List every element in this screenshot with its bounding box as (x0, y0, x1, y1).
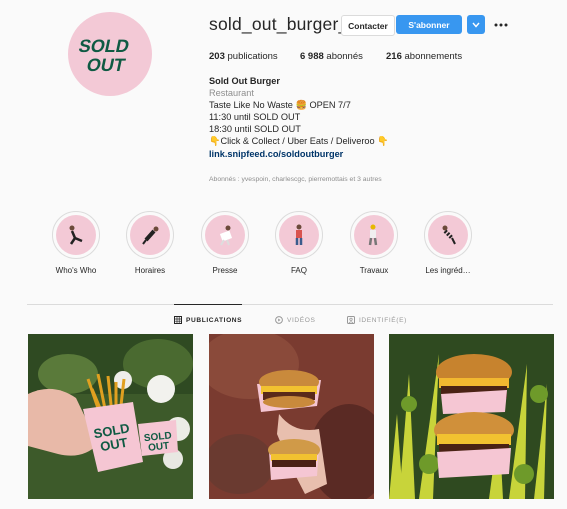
highlight-label: Travaux (359, 266, 389, 275)
highlight-cover (428, 215, 468, 255)
svg-text:OUT: OUT (148, 441, 170, 454)
logo-text-sold: SOLD (77, 36, 131, 56)
highlight-ring (201, 211, 249, 259)
burgers-rock-photo (209, 334, 374, 499)
followers-label: abonnés (326, 51, 363, 62)
highlight-label: FAQ (290, 266, 307, 275)
person-working-icon (368, 224, 378, 246)
person-sitting-icon (69, 225, 83, 245)
person-reading-icon (219, 225, 233, 246)
tab-publications[interactable]: PUBLICATIONS (174, 316, 242, 324)
logo-text-out: OUT (85, 55, 127, 75)
highlight-cover (279, 215, 319, 255)
person-standing-icon (295, 224, 303, 245)
highlight-ring (126, 211, 174, 259)
sold-out-logo: SOLD OUT (77, 36, 131, 75)
video-icon (275, 316, 283, 324)
posts-label: publications (227, 51, 278, 62)
highlight-item[interactable]: Horaires (120, 211, 180, 275)
post-thumbnail[interactable]: SOLD OUT SOLD OUT (28, 334, 193, 499)
active-tab-indicator (174, 304, 242, 305)
person-striped-icon (442, 225, 456, 245)
following-label: abonnements (404, 51, 463, 62)
post-thumbnail[interactable] (209, 334, 374, 499)
bio-line: 18:30 until SOLD OUT (209, 124, 301, 135)
highlight-label: Who's Who (55, 266, 97, 275)
bio-line: Taste Like No Waste 🍔 OPEN 7/7 (209, 100, 351, 111)
bio-category: Restaurant (209, 88, 254, 99)
following-stat[interactable]: 216 abonnements (386, 51, 462, 62)
followers-stat[interactable]: 6 988 abonnés (300, 51, 363, 62)
profile-avatar[interactable]: SOLD OUT (68, 12, 152, 96)
highlight-item[interactable]: Travaux (344, 211, 404, 275)
tab-videos[interactable]: VIDÉOS (275, 316, 316, 324)
person-lying-icon (142, 226, 159, 245)
highlight-label: Les ingréd… (425, 266, 471, 275)
highlight-label: Presse (212, 266, 238, 275)
profile-username: sold_out_burger_ (209, 14, 349, 34)
contact-button[interactable]: Contacter (341, 15, 395, 36)
tab-videos-label: VIDÉOS (287, 316, 316, 324)
burgers-plants-photo (389, 334, 554, 499)
highlight-ring (52, 211, 100, 259)
bio-name: Sold Out Burger (209, 76, 280, 86)
highlight-ring (275, 211, 323, 259)
highlight-cover (205, 215, 245, 255)
followed-by-text[interactable]: Abonnés : yvespoin, charlescgc, pierremo… (209, 176, 382, 183)
profile-bio: Sold Out Burger Restaurant Taste Like No… (209, 75, 509, 160)
chevron-down-icon (472, 22, 480, 28)
highlight-item[interactable]: Presse (195, 211, 255, 275)
posts-count: 203 (209, 51, 225, 62)
highlight-item[interactable]: Les ingréd… (418, 211, 478, 275)
tabs-divider (27, 304, 553, 305)
highlight-cover (130, 215, 170, 255)
followers-count: 6 988 (300, 51, 324, 62)
highlight-item[interactable]: FAQ (269, 211, 329, 275)
tab-publications-label: PUBLICATIONS (186, 316, 243, 324)
grid-icon (174, 316, 182, 324)
follow-button[interactable]: S'abonner (396, 15, 462, 34)
following-count: 216 (386, 51, 402, 62)
tab-tagged-label: IDENTIFIÉ(E) (359, 316, 407, 324)
highlight-item[interactable]: Who's Who (46, 211, 106, 275)
fries-photo: SOLD OUT SOLD OUT (28, 334, 193, 499)
bio-link[interactable]: link.snipfeed.co/soldoutburger (209, 149, 343, 159)
suggestions-dropdown-button[interactable] (467, 15, 485, 34)
bio-line: 11:30 until SOLD OUT (209, 112, 301, 123)
highlight-cover (56, 215, 96, 255)
more-options-button[interactable] (492, 15, 510, 34)
bio-line: 👇Click & Collect / Uber Eats / Deliveroo… (209, 136, 389, 147)
more-options-icon (494, 23, 508, 26)
highlight-ring (350, 211, 398, 259)
posts-stat: 203 publications (209, 51, 278, 62)
highlight-ring (424, 211, 472, 259)
highlight-label: Horaires (134, 266, 166, 275)
highlight-cover (354, 215, 394, 255)
tab-tagged[interactable]: IDENTIFIÉ(E) (347, 316, 407, 324)
post-thumbnail[interactable] (389, 334, 554, 499)
tagged-icon (347, 316, 355, 324)
